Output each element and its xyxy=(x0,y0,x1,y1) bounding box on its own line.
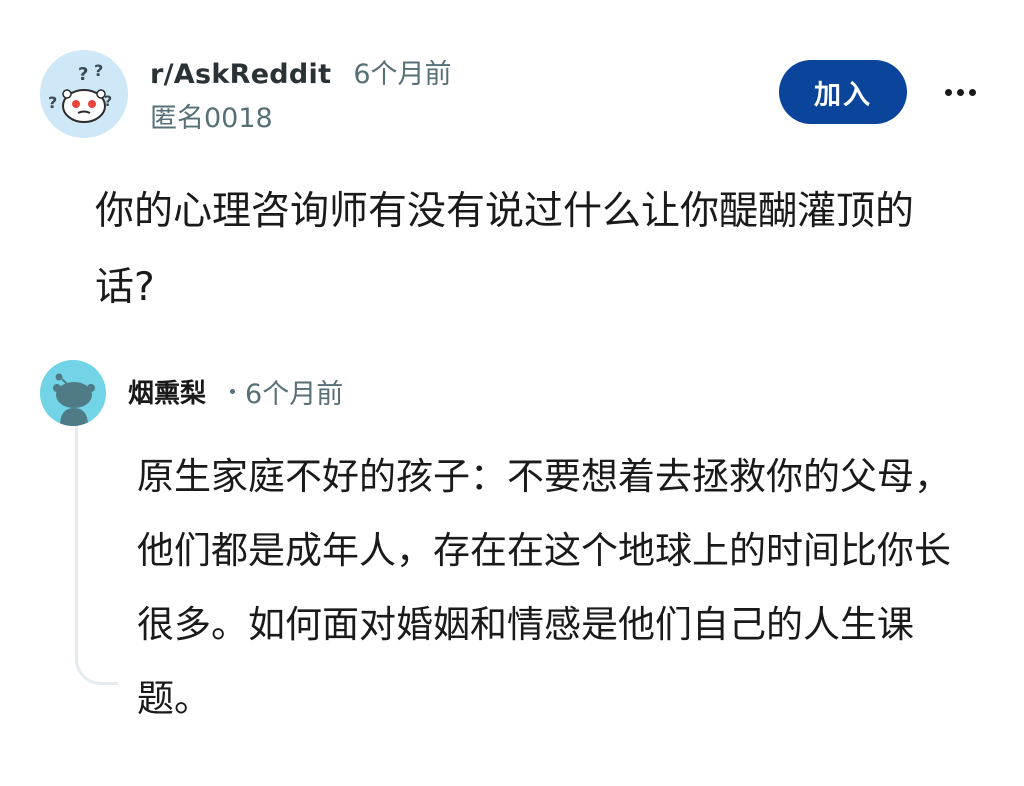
post-title[interactable]: 你的心理咨询师有没有说过什么让你醍醐灌顶的话? xyxy=(95,174,955,326)
comment-time: 6个月前 xyxy=(245,379,344,410)
svg-text:?: ? xyxy=(78,64,88,85)
post-time: 6个月前 xyxy=(353,59,452,90)
reddit-snoo-confused-icon: ? ? ? ? xyxy=(40,50,128,138)
subreddit-name[interactable]: r/AskReddit xyxy=(150,59,331,90)
comment-body: 原生家庭不好的孩子：不要想着去拯救你的父母，他们都是成年人，存在在这个地球上的时… xyxy=(137,455,951,720)
separator-dot xyxy=(230,389,236,394)
comment: 烟熏梨 6个月前 原生家庭不好的孩子：不要想着去拯救你的父母，他们都是成年人，存… xyxy=(40,360,990,740)
subreddit-line: r/AskReddit 6个月前 xyxy=(150,52,452,92)
ellipsis-icon xyxy=(944,88,976,96)
subreddit-avatar[interactable]: ? ? ? ? xyxy=(40,50,128,138)
thread-line[interactable] xyxy=(75,424,118,685)
svg-text:?: ? xyxy=(48,93,57,112)
more-options-button[interactable] xyxy=(935,75,985,109)
comment-meta: 烟熏梨 6个月前 xyxy=(128,372,343,411)
post-author[interactable]: 匿名0018 xyxy=(150,96,452,135)
commenter-avatar[interactable] xyxy=(40,360,106,426)
post-meta: r/AskReddit 6个月前 匿名0018 xyxy=(150,52,452,135)
reddit-snoo-default-icon xyxy=(40,360,106,426)
svg-text:?: ? xyxy=(94,61,103,80)
commenter-name[interactable]: 烟熏梨 xyxy=(128,373,206,410)
post-header: ? ? ? ? r/AskReddit 6个月前 匿名0018 加入 xyxy=(40,40,990,140)
join-button[interactable]: 加入 xyxy=(779,60,907,124)
